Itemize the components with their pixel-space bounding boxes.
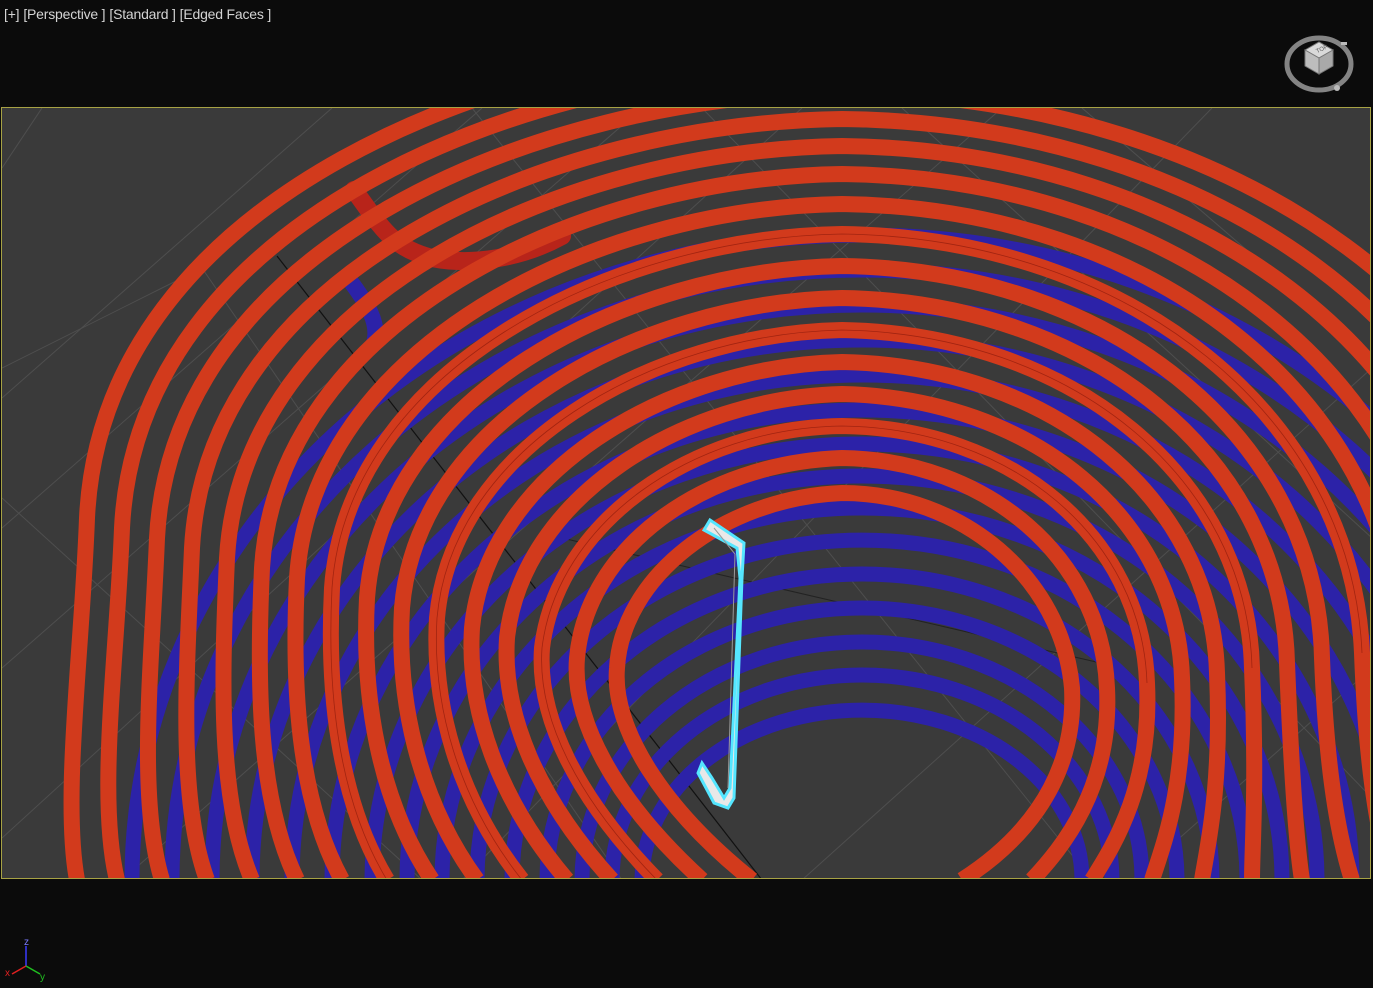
scene-canvas: [2, 108, 1370, 878]
perspective-viewport[interactable]: [1, 107, 1371, 879]
point-of-view-menu[interactable]: [Perspective ]: [23, 6, 105, 22]
x-axis-label: x: [5, 968, 10, 979]
axis-tripod: z x y: [4, 936, 52, 983]
y-axis-label: y: [40, 972, 45, 982]
display-mode-menu[interactable]: [Edged Faces ]: [180, 6, 272, 22]
viewport-label-bar: [+] [Perspective ] [Standard ] [Edged Faces…: [4, 6, 275, 22]
viewport-menu-button[interactable]: [+]: [4, 6, 20, 22]
viewcube-icon[interactable]: TOP: [1283, 32, 1355, 96]
z-axis-label: z: [24, 937, 29, 948]
shading-standard-menu[interactable]: [Standard ]: [109, 6, 175, 22]
